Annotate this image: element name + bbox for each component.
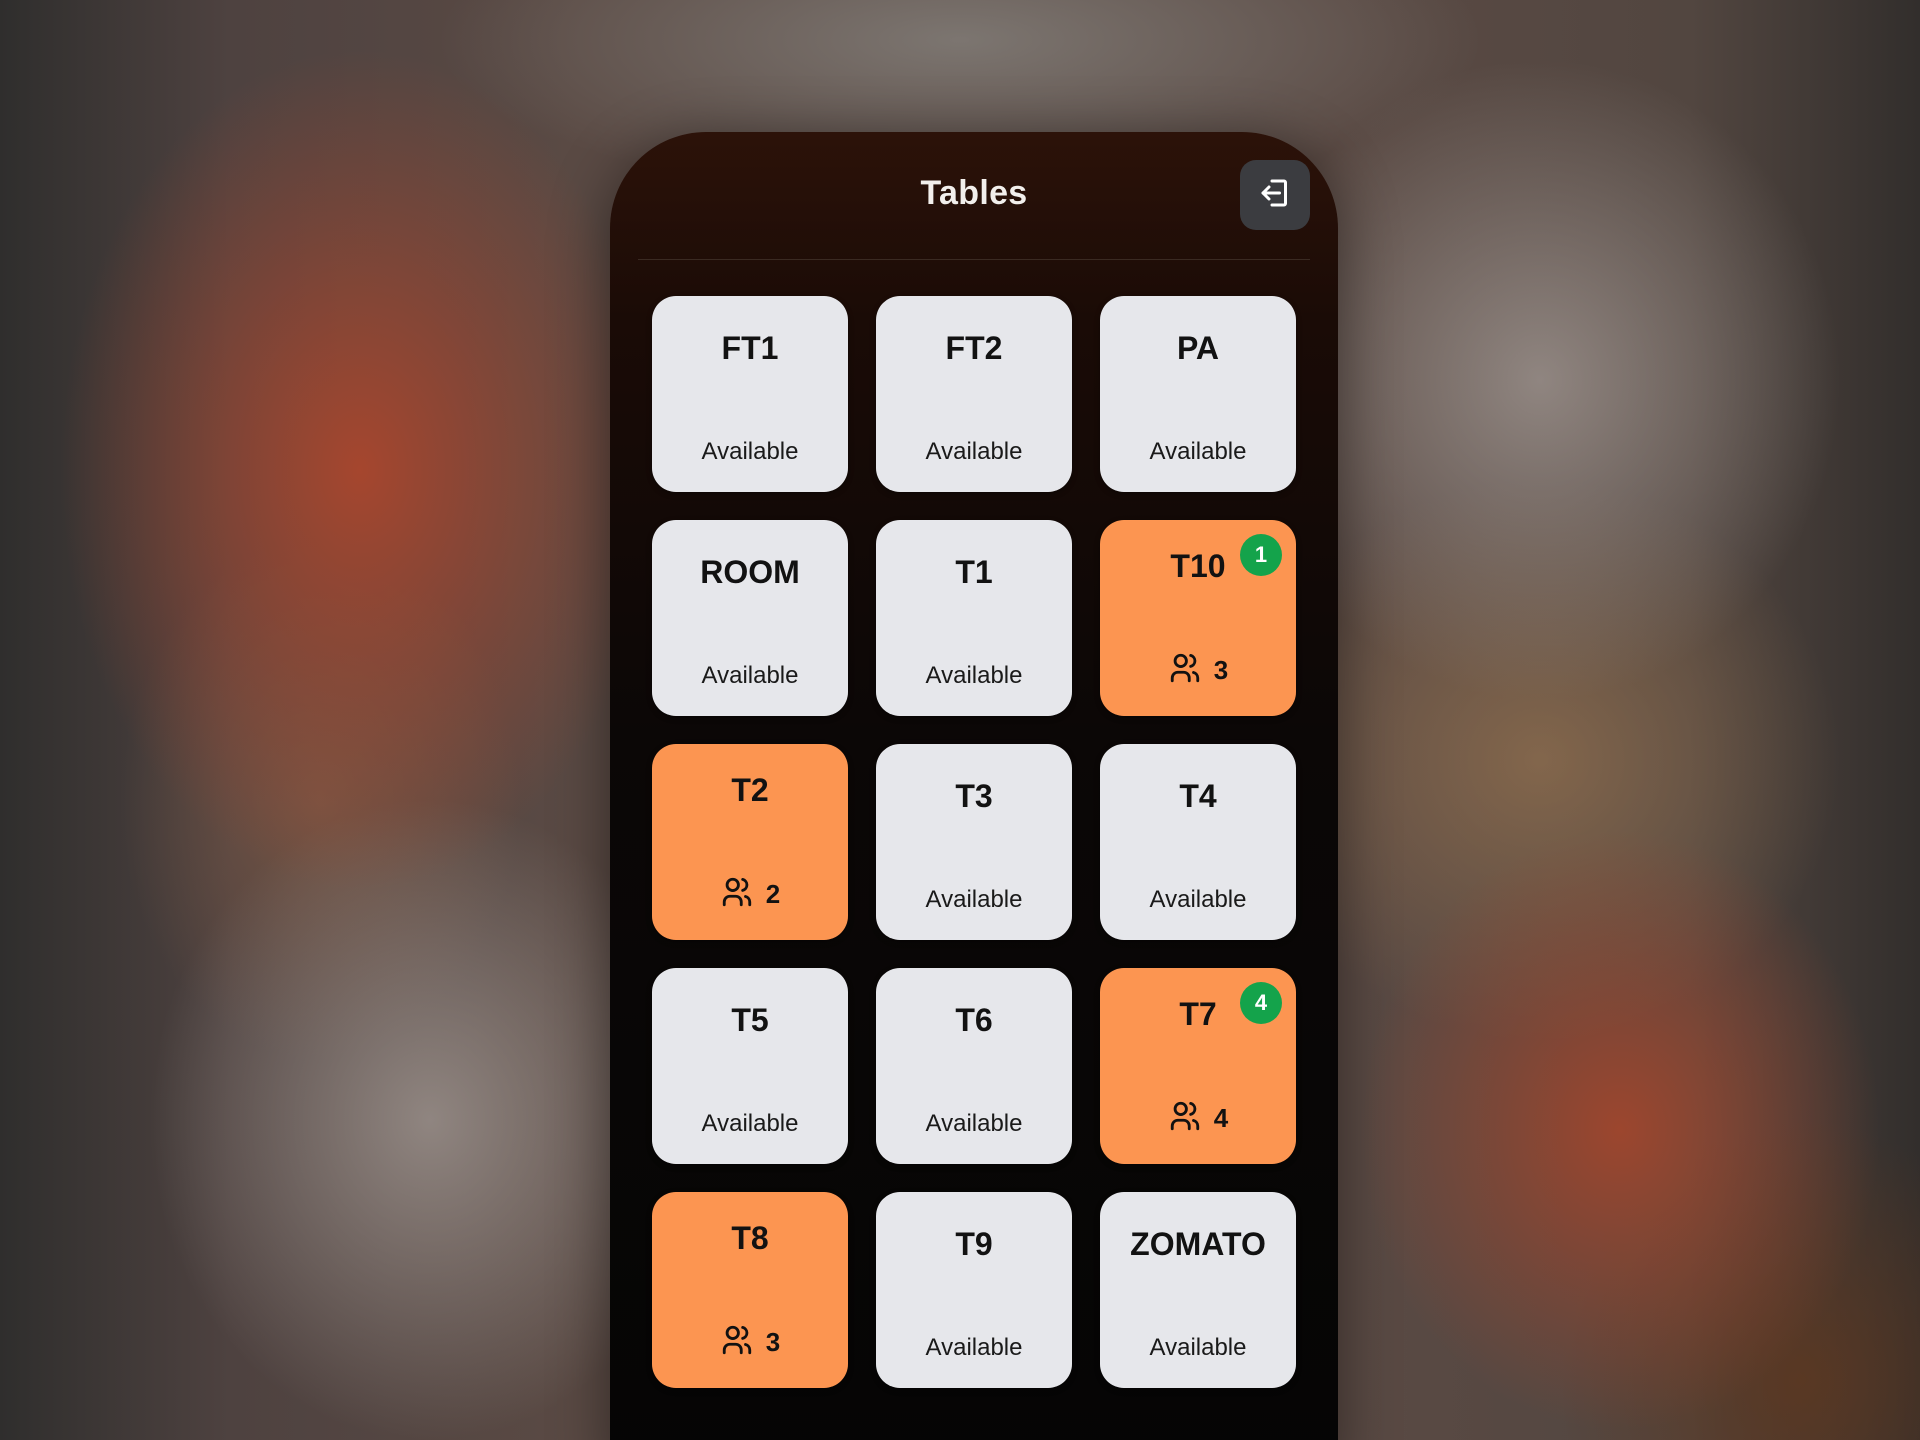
guest-info: 3 <box>1100 651 1296 690</box>
logout-button[interactable] <box>1240 160 1310 230</box>
order-count-badge: 1 <box>1240 534 1282 576</box>
table-status: Available <box>925 886 1023 913</box>
table-name: T4 <box>1179 778 1217 814</box>
table-tile-zomato[interactable]: ZOMATO Available <box>1100 1192 1296 1388</box>
table-tile-t4[interactable]: T4 Available <box>1100 744 1296 940</box>
table-status: Available <box>701 662 799 689</box>
table-tile-pa[interactable]: PA Available <box>1100 296 1296 492</box>
table-name: T3 <box>955 778 993 814</box>
table-tile-t1[interactable]: T1 Available <box>876 520 1072 716</box>
table-name: T2 <box>731 772 769 808</box>
table-name: T6 <box>955 1002 993 1038</box>
table-status: Available <box>925 438 1023 465</box>
users-icon <box>1168 1099 1202 1138</box>
table-tile-t8[interactable]: T8 3 <box>652 1192 848 1388</box>
table-name: T1 <box>955 554 993 590</box>
phone-screen: Tables FT1 Available FT2 Available PA Availab… <box>610 132 1338 1440</box>
table-tile-t5[interactable]: T5 Available <box>652 968 848 1164</box>
guest-info: 2 <box>652 875 848 914</box>
guest-info: 4 <box>1100 1099 1296 1138</box>
table-name: ZOMATO <box>1130 1226 1266 1262</box>
users-icon <box>720 1323 754 1362</box>
table-status: Available <box>1149 438 1247 465</box>
table-status: Available <box>701 1110 799 1137</box>
table-tile-t9[interactable]: T9 Available <box>876 1192 1072 1388</box>
guest-count: 4 <box>1213 1103 1229 1133</box>
table-status: Available <box>1149 886 1247 913</box>
guest-count: 3 <box>1213 655 1229 685</box>
table-status: Available <box>925 1334 1023 1361</box>
table-tile-ft1[interactable]: FT1 Available <box>652 296 848 492</box>
table-name: T5 <box>731 1002 769 1038</box>
table-tile-room[interactable]: ROOM Available <box>652 520 848 716</box>
table-tile-t3[interactable]: T3 Available <box>876 744 1072 940</box>
table-status: Available <box>925 662 1023 689</box>
table-status: Available <box>925 1110 1023 1137</box>
guest-info: 3 <box>652 1323 848 1362</box>
table-name: FT2 <box>945 330 1003 366</box>
table-tile-t7[interactable]: T7 4 4 <box>1100 968 1296 1164</box>
guest-count: 2 <box>765 879 781 909</box>
logout-icon <box>1257 175 1293 216</box>
table-tile-t6[interactable]: T6 Available <box>876 968 1072 1164</box>
page-title: Tables <box>920 174 1028 212</box>
table-tile-ft2[interactable]: FT2 Available <box>876 296 1072 492</box>
guest-count: 3 <box>765 1327 781 1357</box>
table-status: Available <box>701 438 799 465</box>
table-tile-t2[interactable]: T2 2 <box>652 744 848 940</box>
tables-grid: FT1 Available FT2 Available PA Available ROOM A… <box>652 296 1296 1388</box>
table-tile-t10[interactable]: T10 3 1 <box>1100 520 1296 716</box>
table-status: Available <box>1149 1334 1247 1361</box>
table-name: T9 <box>955 1226 993 1262</box>
order-count-badge: 4 <box>1240 982 1282 1024</box>
users-icon <box>720 875 754 914</box>
table-name: FT1 <box>721 330 779 366</box>
users-icon <box>1168 651 1202 690</box>
table-name: PA <box>1176 330 1220 366</box>
table-name: ROOM <box>700 554 800 590</box>
table-name: T8 <box>731 1220 769 1256</box>
header: Tables <box>638 132 1310 260</box>
